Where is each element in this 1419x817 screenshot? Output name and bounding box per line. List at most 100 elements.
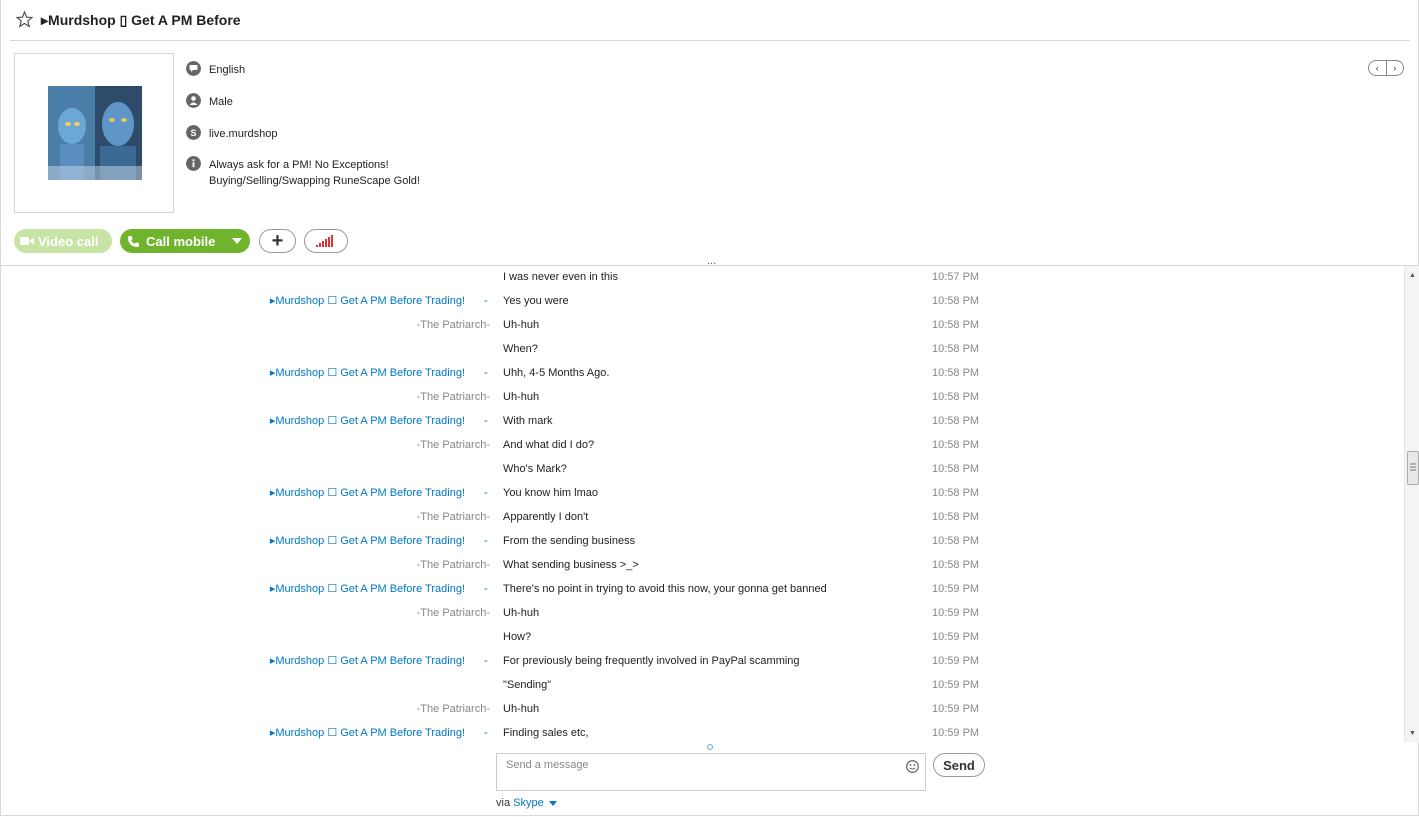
message-text: Who's Mark?: [503, 463, 567, 475]
message-timestamp: 10:58 PM: [932, 343, 980, 355]
message-sender[interactable]: ▸Murdshop ☐ Get A PM Before Trading!: [270, 293, 465, 309]
message-row: "Sending" 10:59 PM: [0, 677, 1000, 693]
emoticon-icon[interactable]: [906, 760, 919, 773]
message-sender[interactable]: -The Patriarch-: [417, 605, 490, 621]
message-row: ▸Murdshop ☐ Get A PM Before Trading! - Uhh…: [0, 365, 1000, 381]
message-timestamp: 10:58 PM: [932, 463, 980, 475]
message-text: Uhh, 4-5 Months Ago.: [503, 367, 610, 379]
skype-name-text: live.murdshop: [209, 128, 278, 140]
message-row: -The Patriarch- Uh-huh 10:59 PM: [0, 701, 1000, 717]
message-row: ▸Murdshop ☐ Get A PM Before Trading! - For…: [0, 653, 1000, 669]
conversation-header: ▸Murdshop ▯ Get A PM Before: [0, 0, 1419, 41]
message-row: -The Patriarch- Uh-huh 10:59 PM: [0, 605, 1000, 621]
scroll-thumb[interactable]: [1407, 451, 1419, 485]
message-text: "Sending": [503, 679, 552, 691]
message-timestamp: 10:59 PM: [932, 703, 980, 715]
message-text: There's no point in trying to avoid this…: [503, 583, 827, 595]
compose-resize-handle[interactable]: [707, 744, 713, 750]
message-sender[interactable]: ▸Murdshop ☐ Get A PM Before Trading!: [270, 533, 465, 549]
message-timestamp: 10:58 PM: [932, 415, 980, 427]
message-sender[interactable]: -The Patriarch-: [417, 389, 490, 405]
message-timestamp: 10:58 PM: [932, 439, 980, 451]
mood-text-line2: Buying/Selling/Swapping RuneScape Gold!: [209, 175, 420, 187]
message-sender[interactable]: ▸Murdshop ☐ Get A PM Before Trading!: [270, 581, 465, 597]
message-sender[interactable]: ▸Murdshop ☐ Get A PM Before Trading!: [270, 485, 465, 501]
sender-separator: -: [484, 415, 488, 427]
message-timestamp: 10:59 PM: [932, 607, 980, 619]
message-row: -The Patriarch- Uh-huh 10:58 PM: [0, 389, 1000, 405]
message-sender[interactable]: -The Patriarch-: [417, 557, 490, 573]
avatar[interactable]: [48, 86, 142, 180]
via-dropdown-arrow-icon: [548, 800, 557, 806]
message-timestamp: 10:59 PM: [932, 679, 980, 691]
sender-separator: -: [484, 367, 488, 379]
avatar-image: [48, 86, 142, 180]
call-quality-button[interactable]: [304, 229, 348, 253]
message-text: With mark: [503, 415, 553, 427]
prev-arrow-icon[interactable]: ‹: [1369, 61, 1387, 75]
sender-separator: -: [484, 655, 488, 667]
message-sender[interactable]: -The Patriarch-: [417, 437, 490, 453]
message-row: ▸Murdshop ☐ Get A PM Before Trading! - Wit…: [0, 413, 1000, 429]
person-icon: [186, 93, 201, 108]
message-timestamp: 10:59 PM: [932, 655, 980, 667]
message-row: -The Patriarch- What sending business >_>…: [0, 557, 1000, 573]
chat-scrollbar[interactable]: ▲ ▼: [1404, 266, 1419, 742]
message-compose-box[interactable]: [496, 753, 926, 791]
gender-text: Male: [209, 96, 233, 108]
message-row: ▸Murdshop ☐ Get A PM Before Trading! - You…: [0, 485, 1000, 501]
info-icon: [186, 156, 201, 171]
message-text: From the sending business: [503, 535, 636, 547]
skype-icon: S: [186, 125, 201, 140]
next-arrow-icon[interactable]: ›: [1387, 61, 1404, 75]
message-row: How? 10:59 PM: [0, 629, 1000, 645]
scroll-up-arrow-icon[interactable]: ▲: [1405, 268, 1419, 282]
message-sender[interactable]: ▸Murdshop ☐ Get A PM Before Trading!: [270, 725, 465, 741]
favorite-star-icon[interactable]: [16, 11, 33, 28]
message-row: ▸Murdshop ☐ Get A PM Before Trading! - Yes…: [0, 293, 1000, 309]
message-text: Uh-huh: [503, 391, 540, 403]
via-service-selector[interactable]: Skype: [513, 797, 557, 809]
profile-nav: ‹ ›: [1368, 60, 1404, 76]
message-input[interactable]: [504, 758, 888, 772]
message-sender[interactable]: -The Patriarch-: [417, 701, 490, 717]
via-service-label: Skype: [513, 797, 544, 809]
message-timestamp: 10:58 PM: [932, 511, 980, 523]
message-timestamp: 10:57 PM: [932, 271, 980, 283]
message-text: You know him lmao: [503, 487, 598, 499]
sender-separator: -: [484, 487, 488, 499]
message-sender[interactable]: ▸Murdshop ☐ Get A PM Before Trading!: [270, 413, 465, 429]
message-timestamp: 10:58 PM: [932, 367, 980, 379]
call-mobile-button[interactable]: Call mobile: [120, 229, 250, 253]
message-timestamp: 10:58 PM: [932, 487, 980, 499]
send-button[interactable]: Send: [933, 753, 985, 777]
message-sender[interactable]: -The Patriarch-: [417, 509, 490, 525]
sender-separator: -: [484, 727, 488, 739]
language-text: English: [209, 64, 246, 76]
message-row: I was never even in this 10:57 PM: [0, 269, 1000, 285]
message-sender[interactable]: ▸Murdshop ☐ Get A PM Before Trading!: [270, 365, 465, 381]
message-text: How?: [503, 631, 532, 643]
scroll-down-arrow-icon[interactable]: ▼: [1405, 726, 1419, 740]
message-timestamp: 10:58 PM: [932, 319, 980, 331]
message-text: For previously being frequently involved…: [503, 655, 800, 667]
message-timestamp: 10:58 PM: [932, 295, 980, 307]
add-button[interactable]: +: [259, 229, 296, 253]
message-sender[interactable]: -The Patriarch-: [417, 317, 490, 333]
chat-history: I was never even in this 10:57 PM ▸Murdsho…: [0, 266, 1405, 742]
message-text: Uh-huh: [503, 607, 540, 619]
via-prefix: via: [496, 797, 511, 809]
message-sender[interactable]: ▸Murdshop ☐ Get A PM Before Trading!: [270, 653, 465, 669]
video-camera-icon: [20, 237, 34, 245]
message-row: ▸Murdshop ☐ Get A PM Before Trading! - The…: [0, 581, 1000, 597]
header-divider: [10, 40, 1410, 41]
message-text: I was never even in this: [503, 271, 618, 283]
message-timestamp: 10:58 PM: [932, 535, 980, 547]
message-text: Uh-huh: [503, 703, 540, 715]
message-row: -The Patriarch- Apparently I don't 10:58 P…: [0, 509, 1000, 525]
message-row: When? 10:58 PM: [0, 341, 1000, 357]
message-text: Finding sales etc,: [503, 727, 589, 739]
video-call-button[interactable]: Video call: [14, 229, 112, 253]
message-text: And what did I do?: [503, 439, 595, 451]
dropdown-arrow-icon[interactable]: [232, 238, 242, 244]
